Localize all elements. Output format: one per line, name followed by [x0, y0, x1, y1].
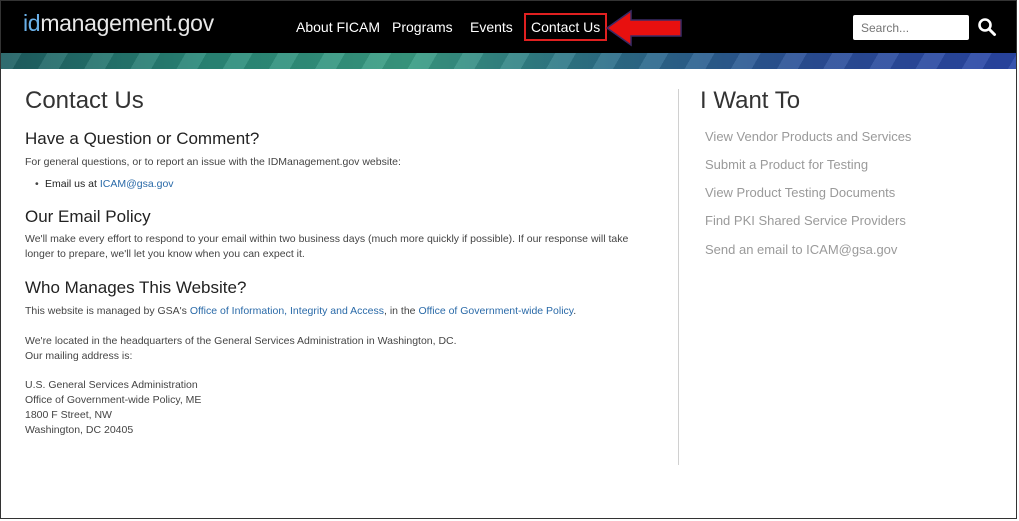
manages-text-mid: , in the	[383, 305, 419, 317]
office-policy-link[interactable]: Office of Government-wide Policy	[418, 305, 573, 317]
top-navigation-bar: idmanagement.gov About FICAM Programs Ev…	[1, 1, 1016, 53]
email-bullet: • Email us at ICAM@gsa.gov	[25, 177, 655, 192]
sidebar-link-send-email[interactable]: Send an email to ICAM@gsa.gov	[705, 242, 897, 257]
red-arrow-annotation-icon	[605, 9, 682, 47]
sidebar-link-pki-providers[interactable]: Find PKI Shared Service Providers	[705, 213, 906, 228]
page-title: Contact Us	[25, 87, 144, 114]
email-link[interactable]: ICAM@gsa.gov	[100, 178, 174, 190]
sidebar-title: I Want To	[700, 87, 801, 114]
email-policy-heading: Our Email Policy	[25, 207, 151, 226]
question-text: For general questions, or to report an i…	[25, 156, 401, 168]
location-line-1: We're located in the headquarters of the…	[25, 335, 457, 347]
logo-prefix: id	[23, 10, 41, 36]
i-want-to-sidebar: I Want To View Vendor Products and Servi…	[700, 87, 911, 257]
address-line: U.S. General Services Administration	[25, 379, 198, 391]
office-information-link[interactable]: Office of Information, Integrity and Acc…	[190, 305, 384, 317]
manages-text-prefix: This website is managed by GSA's	[25, 305, 190, 317]
address-line: 1800 F Street, NW	[25, 409, 112, 421]
question-heading: Have a Question or Comment?	[25, 129, 260, 148]
column-divider	[678, 89, 679, 465]
nav-events[interactable]: Events	[470, 19, 513, 35]
email-policy-line-1: We'll make every effort to respond to yo…	[25, 233, 629, 245]
manages-text: This website is managed by GSA's Office …	[25, 304, 655, 319]
nav-programs[interactable]: Programs	[392, 19, 453, 35]
bullet-dot: •	[35, 178, 39, 190]
nav-contact-us[interactable]: Contact Us	[524, 13, 608, 41]
manages-heading: Who Manages This Website?	[25, 278, 247, 297]
manages-text-end: .	[573, 305, 577, 317]
sidebar-link-vendor-products[interactable]: View Vendor Products and Services	[705, 129, 911, 144]
mailing-address: U.S. General Services Administration Off…	[25, 378, 655, 438]
site-logo[interactable]: idmanagement.gov	[23, 10, 214, 37]
page-frame: idmanagement.gov About FICAM Programs Ev…	[0, 0, 1017, 519]
main-content: Contact Us Have a Question or Comment? F…	[25, 87, 655, 438]
nav-about-ficam[interactable]: About FICAM	[296, 19, 380, 35]
address-line: Washington, DC 20405	[25, 424, 134, 436]
location-line-2: Our mailing address is:	[25, 350, 133, 362]
email-prefix: Email us at	[45, 178, 100, 190]
logo-suffix: management.gov	[40, 10, 214, 36]
email-policy-line-2: longer to prepare, we'll let you know wh…	[25, 248, 305, 260]
sidebar-link-testing-documents[interactable]: View Product Testing Documents	[705, 185, 895, 200]
search-input[interactable]	[853, 15, 969, 40]
search-icon[interactable]	[977, 17, 997, 37]
sidebar-link-submit-product[interactable]: Submit a Product for Testing	[705, 157, 868, 172]
address-line: Office of Government-wide Policy, ME	[25, 394, 202, 406]
header-banner	[1, 53, 1016, 69]
